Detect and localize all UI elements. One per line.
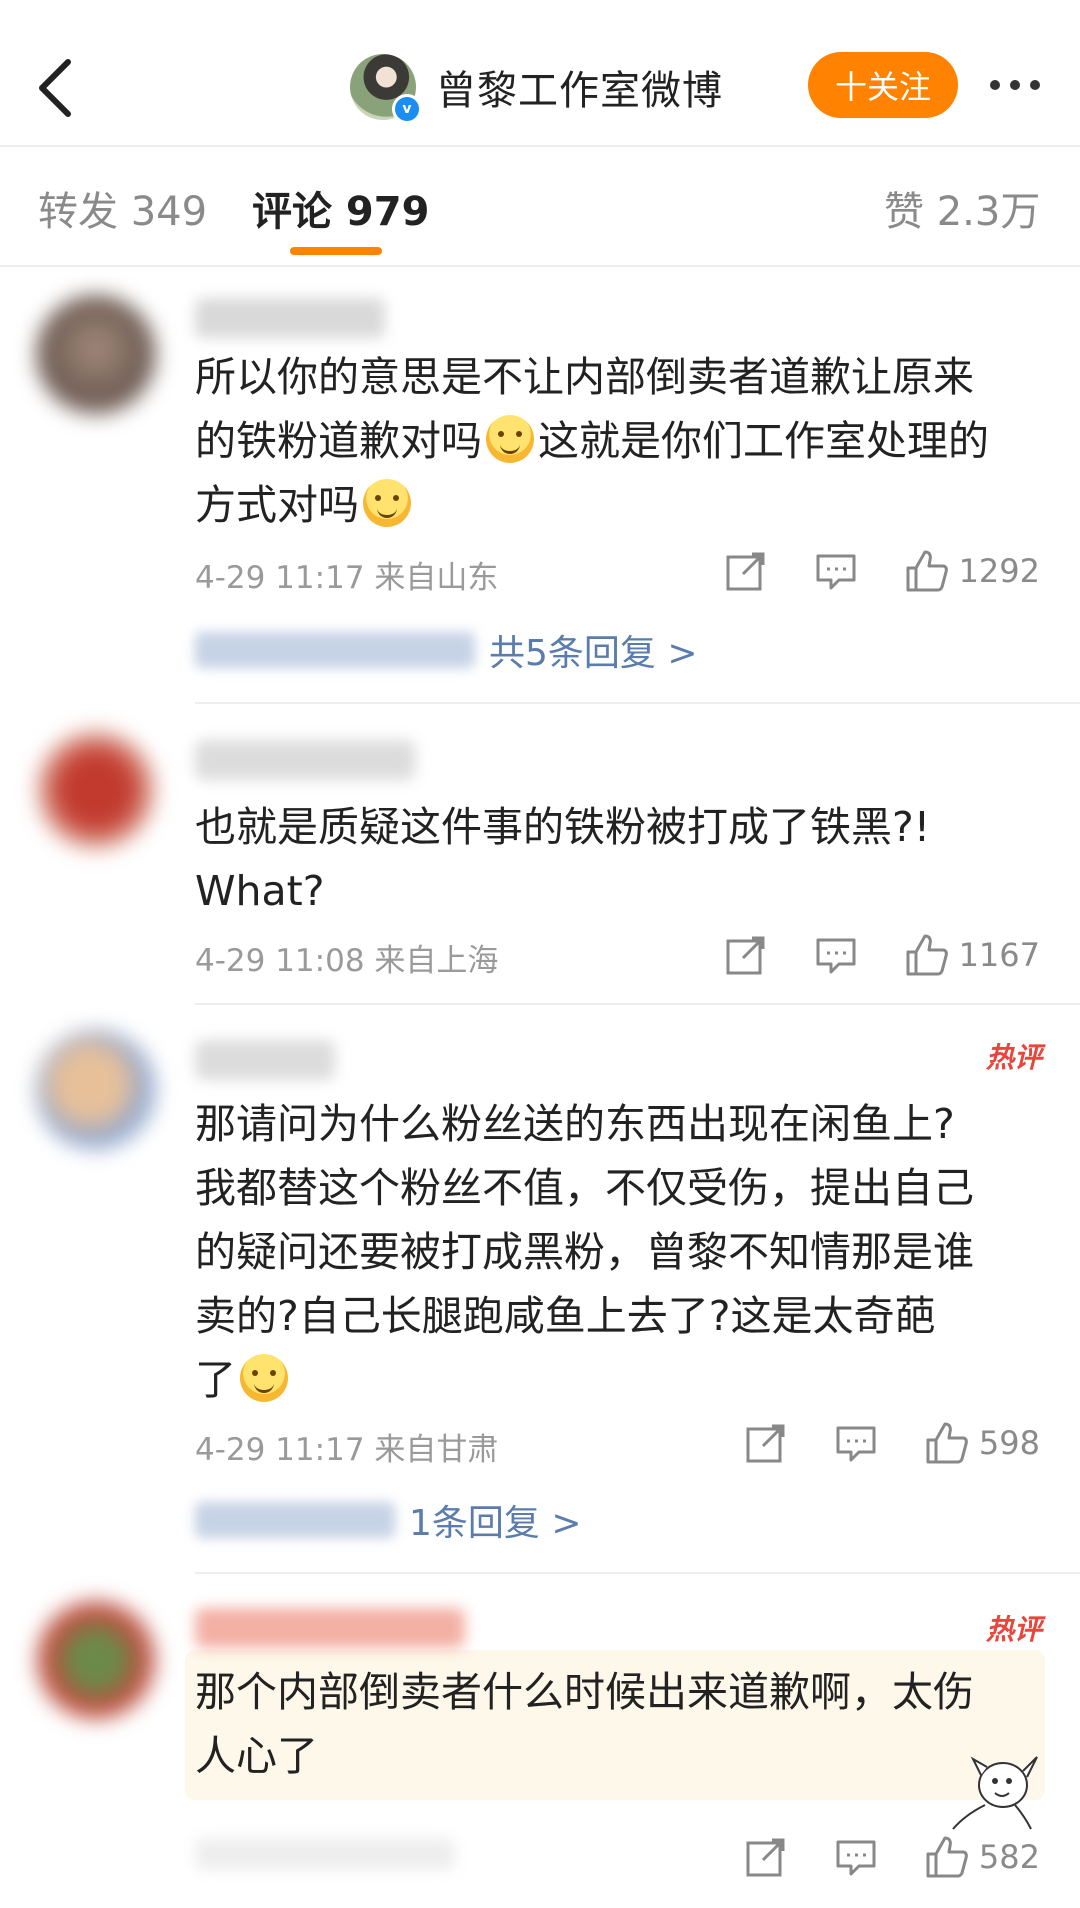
comment-text: 所以你的意思是不让内部倒卖者道歉让原来 的铁粉道歉对吗 这就是你们工作室处理的 方… xyxy=(195,353,989,529)
view-replies-link[interactable]: 1条回复 > xyxy=(409,1494,582,1546)
like-count: 1292 xyxy=(958,552,1040,590)
comment-actions: 1167 xyxy=(679,930,1040,980)
commenter-avatar[interactable] xyxy=(36,295,156,415)
comment-meta-blurred xyxy=(195,1838,455,1870)
verified-badge-icon: v xyxy=(392,94,422,124)
commenter-avatar[interactable] xyxy=(36,1600,156,1720)
tabs-divider xyxy=(0,265,1080,267)
replies-row[interactable]: 共5条回复 > xyxy=(195,625,698,675)
tab-likes[interactable]: 赞 2.3万 xyxy=(884,179,1040,237)
tab-comments[interactable]: 评论 979 xyxy=(252,179,429,237)
smile-emoji xyxy=(486,415,534,463)
like-count: 1167 xyxy=(958,936,1040,974)
commenter-name-blurred[interactable] xyxy=(195,740,415,780)
account-title[interactable]: v 曾黎工作室微博 xyxy=(350,52,723,124)
tab-repost[interactable]: 转发 349 xyxy=(38,179,207,237)
hot-comment-badge: 热评 xyxy=(985,1041,1042,1074)
active-tab-indicator xyxy=(290,247,382,255)
like-icon[interactable] xyxy=(903,932,949,978)
reply-users-blurred xyxy=(195,1502,395,1538)
repost-icon[interactable] xyxy=(743,1420,789,1466)
account-avatar[interactable]: v xyxy=(350,54,422,124)
view-replies-link[interactable]: 共5条回复 > xyxy=(489,624,698,676)
commenter-avatar[interactable] xyxy=(36,730,156,850)
more-icon[interactable] xyxy=(975,60,1055,110)
comment-text: 那个内部倒卖者什么时候出来道歉啊，太伤 人心了 xyxy=(195,1668,974,1780)
comment-actions: 1292 xyxy=(679,546,1040,596)
comment-meta: 4-29 11:17 来自山东 xyxy=(195,560,499,596)
like-count: 598 xyxy=(978,1424,1040,1462)
tab-bar: 转发 349 评论 979 赞 2.3万 xyxy=(0,147,1080,265)
repost-icon[interactable] xyxy=(723,548,769,594)
comment-meta: 4-29 11:08 来自上海 xyxy=(195,943,499,979)
comment-icon[interactable] xyxy=(833,1834,879,1880)
comment-text: 也就是质疑这件事的铁粉被打成了铁黑?! What? xyxy=(195,803,931,915)
smile-emoji xyxy=(240,1354,288,1402)
like-count: 582 xyxy=(978,1838,1040,1876)
like-icon[interactable] xyxy=(923,1834,969,1880)
back-icon[interactable] xyxy=(26,50,86,120)
replies-row[interactable]: 1条回复 > xyxy=(195,1495,582,1545)
comment-icon[interactable] xyxy=(813,932,859,978)
hot-comment-badge: 热评 xyxy=(985,1613,1042,1646)
comment-icon[interactable] xyxy=(813,548,859,594)
commenter-name-blurred[interactable] xyxy=(195,1040,335,1080)
sticker xyxy=(952,1756,1038,1830)
comment-divider xyxy=(195,702,1080,704)
follow-button[interactable]: 十关注 xyxy=(808,52,958,118)
like-icon[interactable] xyxy=(903,548,949,594)
repost-icon[interactable] xyxy=(743,1834,789,1880)
weibo-comments-page: v 曾黎工作室微博 十关注 转发 349 评论 979 赞 2.3万 所以你的意… xyxy=(0,0,1080,1908)
top-bar: v 曾黎工作室微博 十关注 xyxy=(0,0,1080,145)
comment-actions: 582 xyxy=(699,1832,1040,1882)
commenter-name-blurred[interactable] xyxy=(195,298,385,338)
comment-divider xyxy=(195,1572,1080,1574)
like-icon[interactable] xyxy=(923,1420,969,1466)
smile-emoji xyxy=(363,479,411,527)
account-name[interactable]: 曾黎工作室微博 xyxy=(436,58,723,116)
comment-icon[interactable] xyxy=(833,1420,879,1466)
comment-text: 那请问为什么粉丝送的东西出现在闲鱼上? 我都替这个粉丝不值，不仅受伤，提出自己 … xyxy=(195,1100,974,1404)
comment-meta: 4-29 11:17 来自甘肃 xyxy=(195,1432,499,1468)
commenter-name-blurred[interactable] xyxy=(195,1608,465,1648)
comment-divider xyxy=(195,1003,1080,1005)
repost-icon[interactable] xyxy=(723,932,769,978)
commenter-avatar[interactable] xyxy=(36,1030,156,1150)
comment-actions: 598 xyxy=(699,1418,1040,1468)
reply-users-blurred xyxy=(195,632,475,668)
